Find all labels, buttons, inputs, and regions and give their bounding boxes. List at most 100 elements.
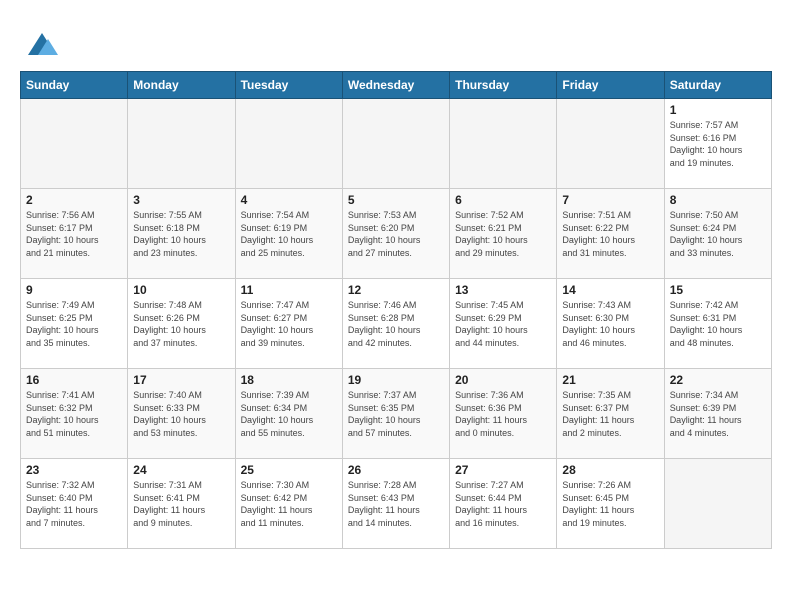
day-number: 27 [455,463,551,477]
day-number: 24 [133,463,229,477]
calendar-day-cell: 2 Sunrise: 7:56 AM Sunset: 6:17 PM Daylig… [21,189,128,279]
day-info: Sunrise: 7:34 AM Sunset: 6:39 PM Dayligh… [670,389,766,439]
day-number: 10 [133,283,229,297]
page-header [20,20,772,61]
calendar-day-cell: 28 Sunrise: 7:26 AM Sunset: 6:45 PM Dayli… [557,459,664,549]
day-number: 6 [455,193,551,207]
calendar-day-cell: 7 Sunrise: 7:51 AM Sunset: 6:22 PM Daylig… [557,189,664,279]
calendar-day-cell: 10 Sunrise: 7:48 AM Sunset: 6:26 PM Dayli… [128,279,235,369]
day-info: Sunrise: 7:47 AM Sunset: 6:27 PM Dayligh… [241,299,337,349]
day-number: 9 [26,283,122,297]
day-info: Sunrise: 7:46 AM Sunset: 6:28 PM Dayligh… [348,299,444,349]
day-number: 2 [26,193,122,207]
calendar-day-cell: 23 Sunrise: 7:32 AM Sunset: 6:40 PM Dayli… [21,459,128,549]
day-number: 26 [348,463,444,477]
day-number: 20 [455,373,551,387]
day-number: 22 [670,373,766,387]
calendar-day-cell: 1Sunrise: 7:57 AM Sunset: 6:16 PM Daylig… [664,99,771,189]
calendar-day-cell: 20 Sunrise: 7:36 AM Sunset: 6:36 PM Dayli… [450,369,557,459]
calendar-day-cell [557,99,664,189]
calendar-week-row: 16 Sunrise: 7:41 AM Sunset: 6:32 PM Dayli… [21,369,772,459]
day-info: Sunrise: 7:52 AM Sunset: 6:21 PM Dayligh… [455,209,551,259]
day-number: 23 [26,463,122,477]
calendar-week-row: 2 Sunrise: 7:56 AM Sunset: 6:17 PM Daylig… [21,189,772,279]
weekday-header-cell: Monday [128,72,235,99]
weekday-header-row: SundayMondayTuesdayWednesdayThursdayFrid… [21,72,772,99]
calendar-day-cell: 9 Sunrise: 7:49 AM Sunset: 6:25 PM Daylig… [21,279,128,369]
weekday-header-cell: Tuesday [235,72,342,99]
calendar-day-cell: 22 Sunrise: 7:34 AM Sunset: 6:39 PM Dayli… [664,369,771,459]
day-info: Sunrise: 7:43 AM Sunset: 6:30 PM Dayligh… [562,299,658,349]
calendar-week-row: 23 Sunrise: 7:32 AM Sunset: 6:40 PM Dayli… [21,459,772,549]
day-number: 21 [562,373,658,387]
day-number: 18 [241,373,337,387]
day-info: Sunrise: 7:35 AM Sunset: 6:37 PM Dayligh… [562,389,658,439]
day-info: Sunrise: 7:48 AM Sunset: 6:26 PM Dayligh… [133,299,229,349]
calendar-day-cell: 12 Sunrise: 7:46 AM Sunset: 6:28 PM Dayli… [342,279,449,369]
calendar-day-cell: 3 Sunrise: 7:55 AM Sunset: 6:18 PM Daylig… [128,189,235,279]
calendar-week-row: 9 Sunrise: 7:49 AM Sunset: 6:25 PM Daylig… [21,279,772,369]
calendar-day-cell: 8 Sunrise: 7:50 AM Sunset: 6:24 PM Daylig… [664,189,771,279]
day-number: 28 [562,463,658,477]
calendar-day-cell: 11 Sunrise: 7:47 AM Sunset: 6:27 PM Dayli… [235,279,342,369]
day-info: Sunrise: 7:42 AM Sunset: 6:31 PM Dayligh… [670,299,766,349]
calendar-day-cell: 14 Sunrise: 7:43 AM Sunset: 6:30 PM Dayli… [557,279,664,369]
calendar-day-cell: 16 Sunrise: 7:41 AM Sunset: 6:32 PM Dayli… [21,369,128,459]
calendar-table: SundayMondayTuesdayWednesdayThursdayFrid… [20,71,772,549]
calendar-day-cell [21,99,128,189]
day-info: Sunrise: 7:51 AM Sunset: 6:22 PM Dayligh… [562,209,658,259]
calendar-body: 1Sunrise: 7:57 AM Sunset: 6:16 PM Daylig… [21,99,772,549]
day-info: Sunrise: 7:28 AM Sunset: 6:43 PM Dayligh… [348,479,444,529]
calendar-day-cell: 6 Sunrise: 7:52 AM Sunset: 6:21 PM Daylig… [450,189,557,279]
calendar-day-cell: 26 Sunrise: 7:28 AM Sunset: 6:43 PM Dayli… [342,459,449,549]
day-number: 14 [562,283,658,297]
day-info: Sunrise: 7:26 AM Sunset: 6:45 PM Dayligh… [562,479,658,529]
weekday-header-cell: Wednesday [342,72,449,99]
day-info: Sunrise: 7:56 AM Sunset: 6:17 PM Dayligh… [26,209,122,259]
day-number: 7 [562,193,658,207]
calendar-day-cell: 24 Sunrise: 7:31 AM Sunset: 6:41 PM Dayli… [128,459,235,549]
day-number: 8 [670,193,766,207]
logo-icon [20,25,56,61]
calendar-day-cell: 5 Sunrise: 7:53 AM Sunset: 6:20 PM Daylig… [342,189,449,279]
day-number: 5 [348,193,444,207]
calendar-day-cell: 17Sunrise: 7:40 AM Sunset: 6:33 PM Dayli… [128,369,235,459]
day-number: 11 [241,283,337,297]
day-info: Sunrise: 7:54 AM Sunset: 6:19 PM Dayligh… [241,209,337,259]
day-info: Sunrise: 7:57 AM Sunset: 6:16 PM Dayligh… [670,119,766,169]
calendar-day-cell: 21 Sunrise: 7:35 AM Sunset: 6:37 PM Dayli… [557,369,664,459]
day-info: Sunrise: 7:41 AM Sunset: 6:32 PM Dayligh… [26,389,122,439]
calendar-day-cell: 4 Sunrise: 7:54 AM Sunset: 6:19 PM Daylig… [235,189,342,279]
day-number: 25 [241,463,337,477]
weekday-header-cell: Sunday [21,72,128,99]
calendar-day-cell: 19 Sunrise: 7:37 AM Sunset: 6:35 PM Dayli… [342,369,449,459]
calendar-day-cell: 15 Sunrise: 7:42 AM Sunset: 6:31 PM Dayli… [664,279,771,369]
day-number: 17 [133,373,229,387]
calendar-day-cell [235,99,342,189]
day-info: Sunrise: 7:50 AM Sunset: 6:24 PM Dayligh… [670,209,766,259]
day-number: 3 [133,193,229,207]
day-info: Sunrise: 7:31 AM Sunset: 6:41 PM Dayligh… [133,479,229,529]
day-number: 13 [455,283,551,297]
day-info: Sunrise: 7:55 AM Sunset: 6:18 PM Dayligh… [133,209,229,259]
calendar-day-cell [342,99,449,189]
day-number: 19 [348,373,444,387]
weekday-header-cell: Saturday [664,72,771,99]
weekday-header-cell: Friday [557,72,664,99]
calendar-day-cell: 27 Sunrise: 7:27 AM Sunset: 6:44 PM Dayli… [450,459,557,549]
calendar-day-cell: 13Sunrise: 7:45 AM Sunset: 6:29 PM Dayli… [450,279,557,369]
day-info: Sunrise: 7:27 AM Sunset: 6:44 PM Dayligh… [455,479,551,529]
day-number: 4 [241,193,337,207]
day-info: Sunrise: 7:36 AM Sunset: 6:36 PM Dayligh… [455,389,551,439]
calendar-day-cell [450,99,557,189]
day-info: Sunrise: 7:37 AM Sunset: 6:35 PM Dayligh… [348,389,444,439]
calendar-day-cell: 25 Sunrise: 7:30 AM Sunset: 6:42 PM Dayli… [235,459,342,549]
day-info: Sunrise: 7:49 AM Sunset: 6:25 PM Dayligh… [26,299,122,349]
day-info: Sunrise: 7:53 AM Sunset: 6:20 PM Dayligh… [348,209,444,259]
calendar-day-cell: 18Sunrise: 7:39 AM Sunset: 6:34 PM Dayli… [235,369,342,459]
day-info: Sunrise: 7:32 AM Sunset: 6:40 PM Dayligh… [26,479,122,529]
day-number: 15 [670,283,766,297]
day-info: Sunrise: 7:30 AM Sunset: 6:42 PM Dayligh… [241,479,337,529]
day-number: 12 [348,283,444,297]
day-number: 16 [26,373,122,387]
